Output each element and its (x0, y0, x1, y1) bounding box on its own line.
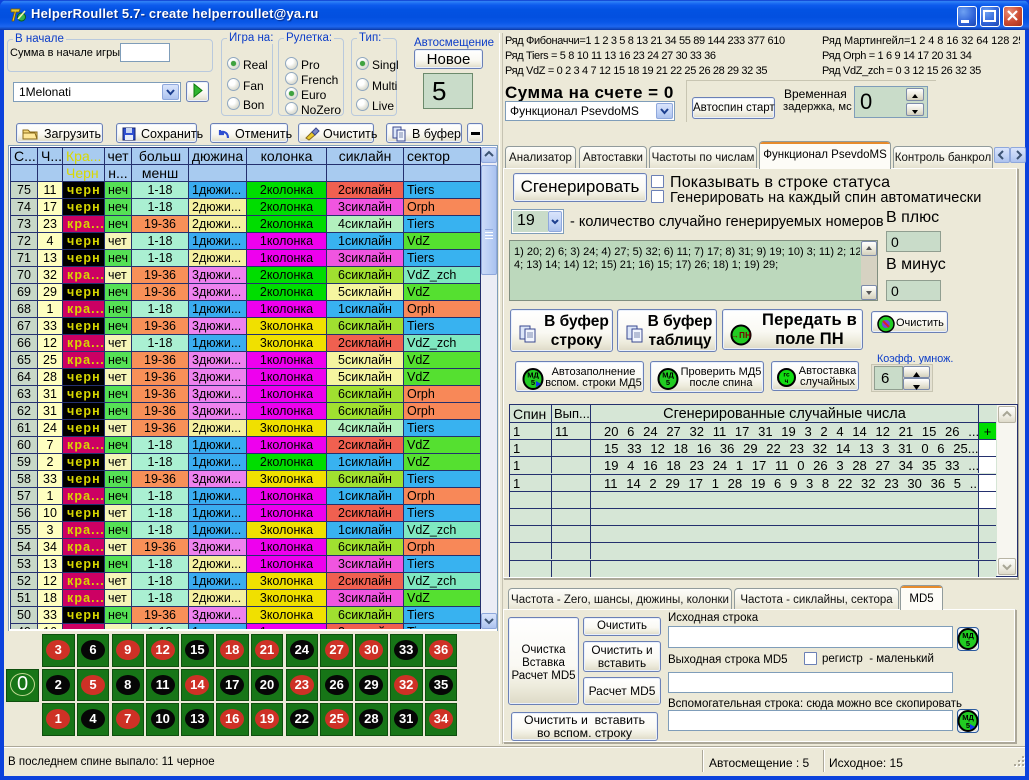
svg-text:→ПН: →ПН (731, 331, 751, 340)
svg-text:5: 5 (666, 378, 670, 387)
svg-text:5: 5 (531, 378, 535, 387)
svg-text:ч: ч (785, 378, 789, 385)
svg-text:5: 5 (966, 721, 970, 730)
svg-text:5: 5 (966, 639, 970, 648)
